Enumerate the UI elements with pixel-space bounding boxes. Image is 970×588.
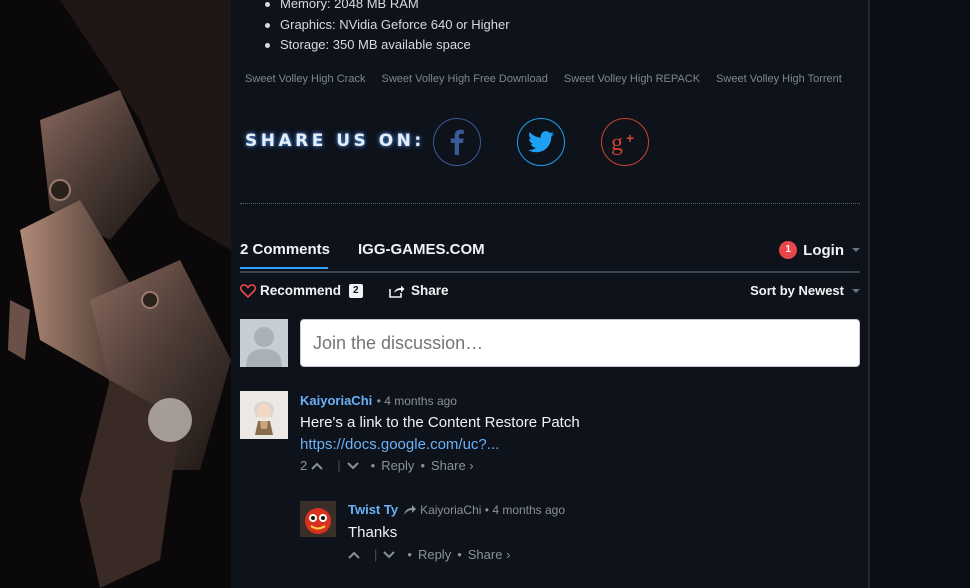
avatar[interactable] <box>300 501 336 537</box>
meta-separator: • <box>420 458 425 473</box>
notification-badge: 1 <box>779 241 798 259</box>
tag-links: Sweet Volley High Crack Sweet Volley Hig… <box>245 73 855 85</box>
tag-link[interactable]: Sweet Volley High REPACK <box>564 73 700 85</box>
vote-divider: | <box>374 547 378 562</box>
robot-arm-image <box>0 0 231 588</box>
reply-to-author[interactable]: KaiyoriaChi <box>420 503 481 517</box>
kaiyoriachi-avatar <box>240 391 288 439</box>
comment-text: Here's a link to the Content Restore Pat… <box>300 414 580 431</box>
comment-author[interactable]: KaiyoriaChi <box>300 393 372 408</box>
facebook-icon <box>450 129 464 155</box>
chevron-down-icon <box>852 248 860 252</box>
join-discussion-input[interactable] <box>300 319 860 367</box>
sort-dropdown[interactable]: Sort by Newest <box>750 283 860 298</box>
reply-arrow-icon <box>404 504 417 515</box>
comment-text: Thanks <box>348 524 398 541</box>
recommend-button[interactable]: Recommend 2 <box>240 283 363 298</box>
reply-header: Twist Ty KaiyoriaChi • 4 months ago <box>348 502 565 517</box>
comment-time[interactable]: 4 months ago <box>492 503 565 517</box>
meta-separator: • <box>370 458 376 473</box>
login-label: Login <box>803 241 844 259</box>
share-label: Share <box>411 283 449 298</box>
guest-avatar <box>240 319 288 367</box>
share-comment-button[interactable]: Share › <box>468 547 511 562</box>
comment-actions: 2 | • Reply • Share › <box>300 458 474 473</box>
share-us-label: SHARE US ON: <box>245 131 425 151</box>
avatar[interactable] <box>240 391 288 439</box>
twitter-icon <box>528 131 554 153</box>
svg-text:g: g <box>611 130 623 155</box>
sort-label: Sort by Newest <box>750 283 844 298</box>
tag-link[interactable]: Sweet Volley High Free Download <box>382 73 548 85</box>
twitter-share-button[interactable] <box>517 118 565 166</box>
share-thread-button[interactable]: Share <box>389 283 449 298</box>
section-divider <box>240 203 860 204</box>
comment-time[interactable]: 4 months ago <box>384 394 457 408</box>
svg-text:+: + <box>626 130 634 146</box>
system-requirements-list: Memory: 2048 MB RAM Graphics: NVidia Gef… <box>262 0 510 56</box>
meta-separator: • <box>481 502 493 517</box>
disqus-nav: 2 Comments IGG-GAMES.COM 1 Login <box>240 235 860 273</box>
spec-storage: Storage: 350 MB available space <box>262 35 510 55</box>
reply-button[interactable]: Reply <box>418 547 451 562</box>
downvote-icon[interactable] <box>346 461 359 471</box>
vote-count: 2 <box>300 458 308 473</box>
tab-site-community[interactable]: IGG-GAMES.COM <box>358 241 485 258</box>
right-sidebar <box>870 0 970 588</box>
comment-actions: | • Reply • Share › <box>348 547 510 562</box>
heart-icon <box>240 283 256 298</box>
tag-link[interactable]: Sweet Volley High Crack <box>245 73 365 85</box>
reply-button[interactable]: Reply <box>381 458 414 473</box>
share-comment-button[interactable]: Share › <box>431 458 474 473</box>
share-icon <box>389 285 405 298</box>
spec-memory: Memory: 2048 MB RAM <box>262 0 510 14</box>
tab-comments[interactable]: 2 Comments <box>240 241 330 258</box>
comment-link[interactable]: https://docs.google.com/uc?... <box>300 436 499 453</box>
recommend-label: Recommend <box>260 283 342 298</box>
comment-author[interactable]: Twist Ty <box>348 502 398 517</box>
downvote-icon[interactable] <box>383 550 396 560</box>
chevron-down-icon <box>852 288 860 293</box>
recommend-count: 2 <box>349 283 363 298</box>
spec-graphics: Graphics: NVidia Geforce 640 or Higher <box>262 15 510 35</box>
tag-link[interactable]: Sweet Volley High Torrent <box>716 73 842 85</box>
google-plus-icon: g + <box>611 130 634 155</box>
user-placeholder-icon <box>246 327 282 367</box>
twist-ty-avatar <box>300 501 336 537</box>
google-plus-share-button[interactable]: g + <box>601 118 649 166</box>
active-tab-indicator <box>240 267 328 269</box>
game-art-banner <box>0 0 231 588</box>
facebook-share-button[interactable] <box>433 118 481 166</box>
thread-actions: Recommend 2 Share Sort by Newest <box>240 283 860 303</box>
comment-header: KaiyoriaChi • 4 months ago <box>300 392 457 410</box>
meta-separator: • <box>407 547 412 562</box>
upvote-icon[interactable] <box>348 550 360 560</box>
vote-divider: | <box>337 458 341 473</box>
upvote-icon[interactable] <box>311 461 323 471</box>
meta-separator: • <box>457 547 462 562</box>
login-button[interactable]: 1 Login <box>779 241 860 259</box>
